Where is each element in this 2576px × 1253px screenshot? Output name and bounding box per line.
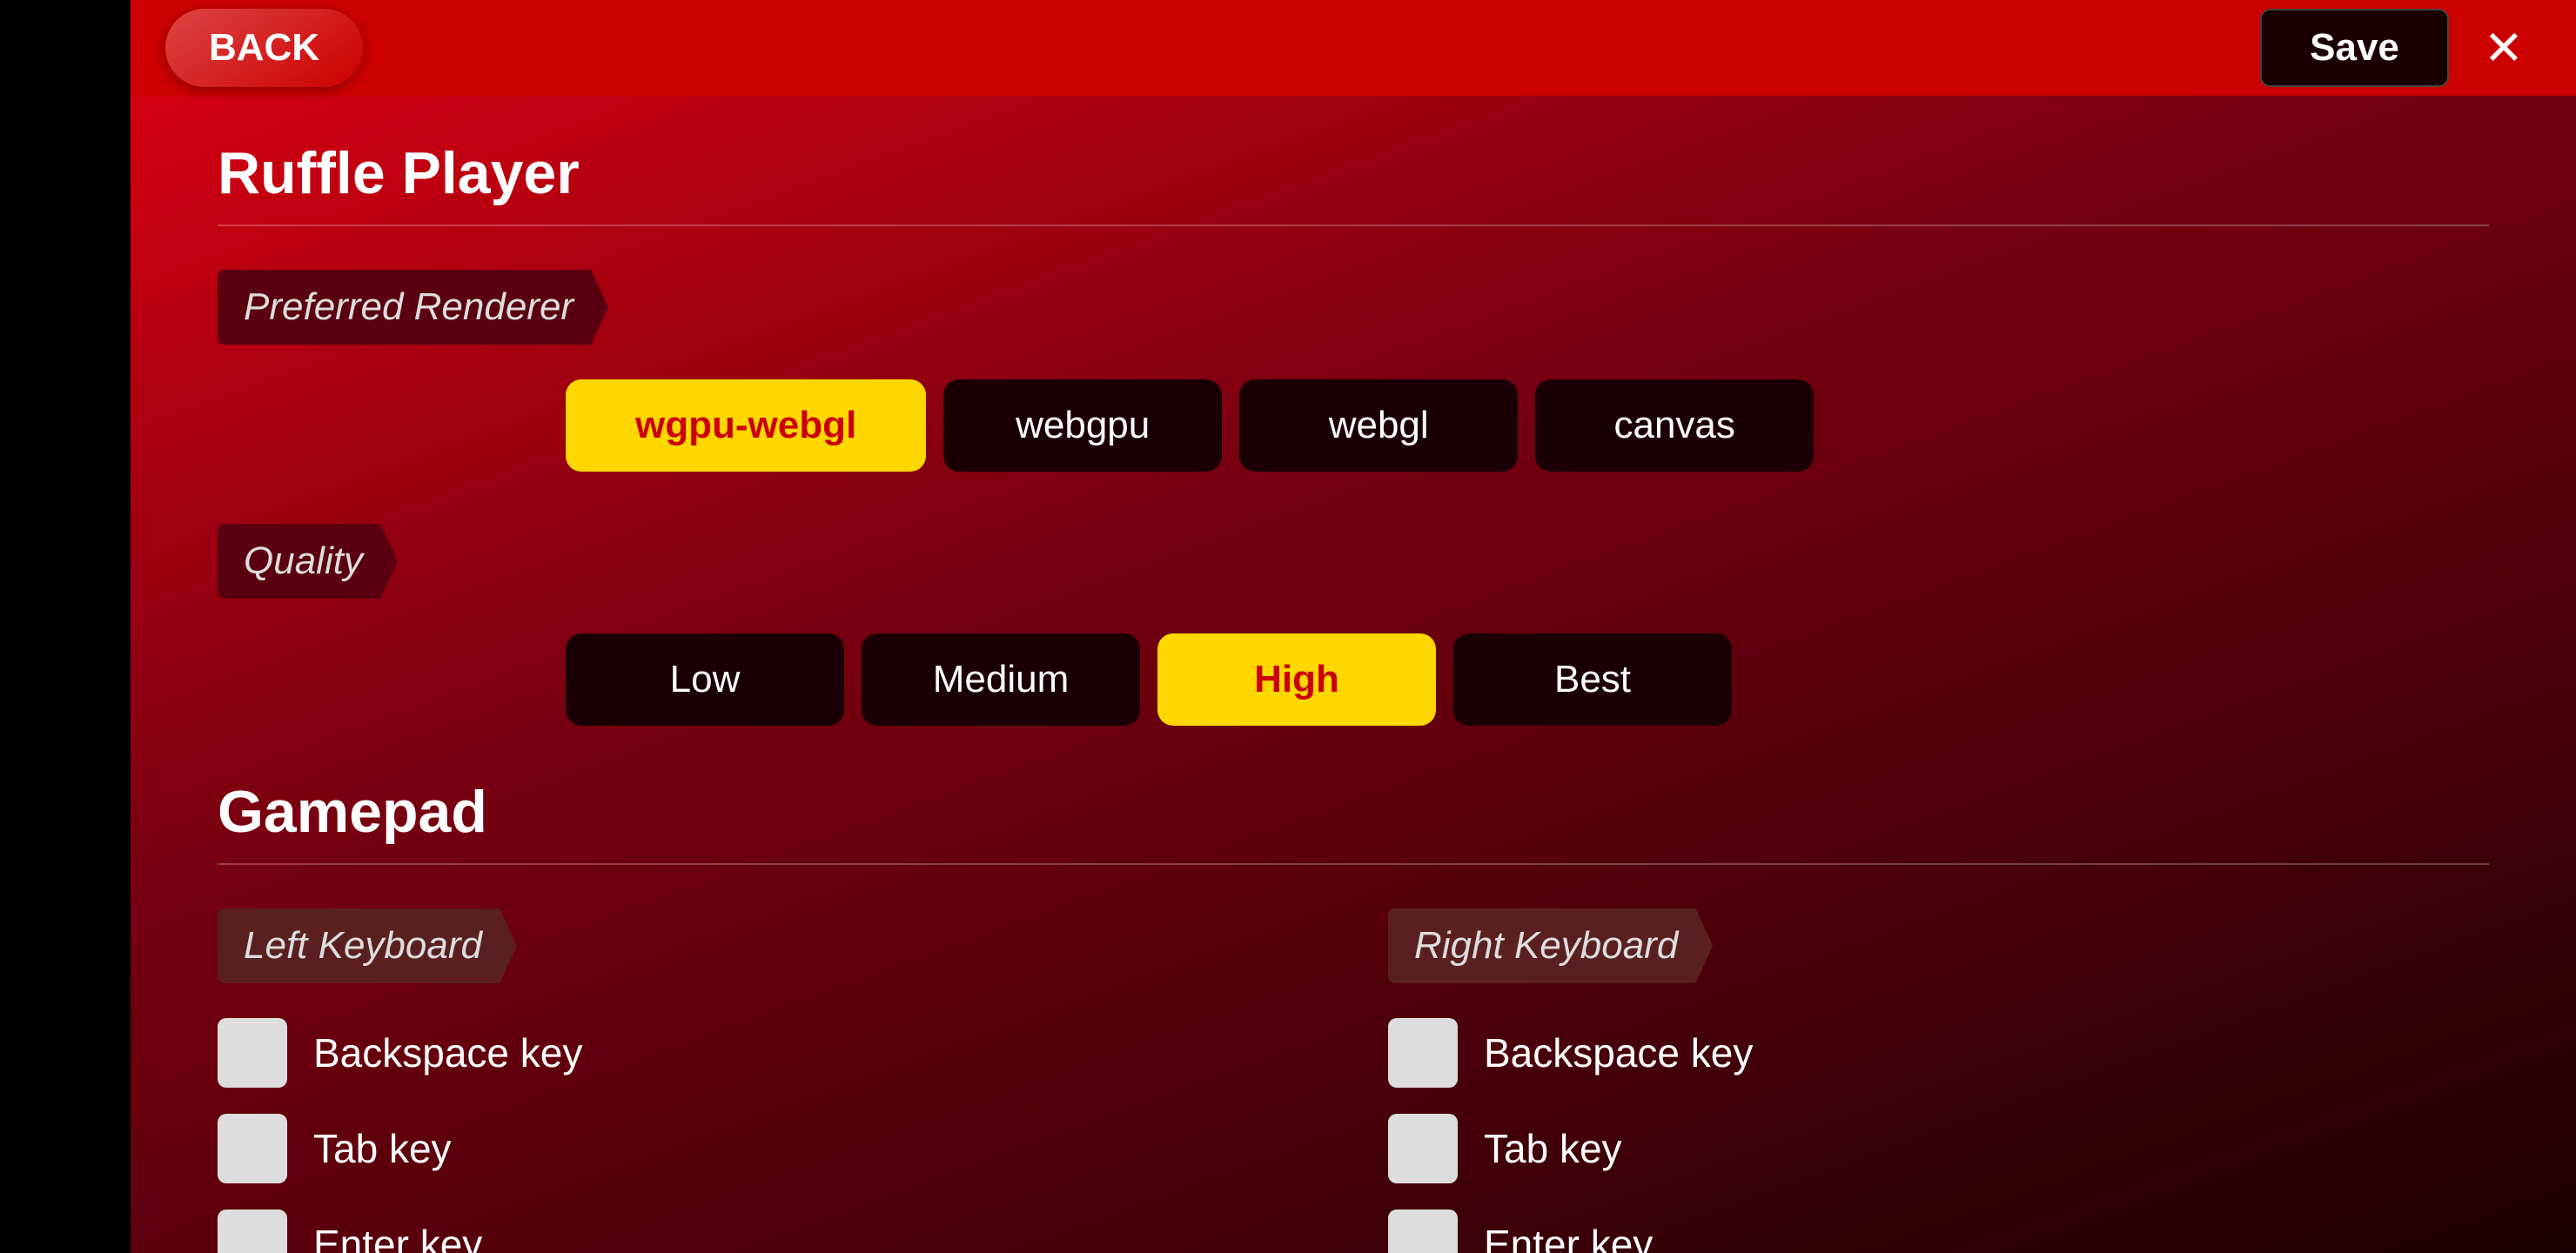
save-button[interactable]: Save	[2260, 9, 2449, 87]
left-keyboard-label: Left Keyboard	[218, 908, 517, 983]
keyboard-columns: Left Keyboard Backspace key Tab key Ente…	[218, 908, 2489, 1253]
gamepad-title: Gamepad	[218, 778, 2489, 846]
left-backspace-label: Backspace key	[313, 1029, 582, 1076]
right-enter-label: Enter key	[1484, 1221, 1653, 1253]
renderer-option-webgpu[interactable]: webgpu	[943, 379, 1222, 472]
left-enter-label: Enter key	[313, 1221, 482, 1253]
renderer-option-wgpu-webgl[interactable]: wgpu-webgl	[566, 379, 926, 472]
quality-option-best[interactable]: Best	[1453, 633, 1732, 726]
right-keyboard-col: Right Keyboard Backspace key Tab key Ent…	[1388, 908, 2489, 1253]
ruffle-divider	[218, 224, 2489, 226]
renderer-option-webgl[interactable]: webgl	[1239, 379, 1518, 472]
left-tab-key-item: Tab key	[218, 1114, 1318, 1183]
ruffle-player-section: Ruffle Player Preferred Renderer wgpu-we…	[218, 139, 2489, 726]
left-enter-checkbox[interactable]	[218, 1209, 287, 1253]
header: BACK Save ✕	[131, 0, 2576, 96]
gamepad-divider	[218, 863, 2489, 865]
right-backspace-label: Backspace key	[1484, 1029, 1753, 1076]
gamepad-section: Gamepad Left Keyboard Backspace key Tab …	[218, 778, 2489, 1253]
right-backspace-key-item: Backspace key	[1388, 1018, 2489, 1088]
quality-options: Low Medium High Best	[218, 633, 2489, 726]
right-tab-label: Tab key	[1484, 1125, 1622, 1172]
ruffle-player-title: Ruffle Player	[218, 139, 2489, 207]
right-backspace-checkbox[interactable]	[1388, 1018, 1458, 1088]
header-right: Save ✕	[2260, 9, 2541, 87]
right-tab-checkbox[interactable]	[1388, 1114, 1458, 1183]
close-button[interactable]: ✕	[2466, 11, 2541, 84]
renderer-options: wgpu-webgl webgpu webgl canvas	[218, 379, 2489, 472]
app-container: BACK Save ✕ Ruffle Player Preferred Rend…	[0, 0, 2576, 1253]
quality-option-low[interactable]: Low	[566, 633, 844, 726]
left-keyboard-col: Left Keyboard Backspace key Tab key Ente…	[218, 908, 1318, 1253]
renderer-label: Preferred Renderer	[218, 270, 608, 345]
quality-label: Quality	[218, 524, 398, 599]
scroll-area: Ruffle Player Preferred Renderer wgpu-we…	[131, 96, 2576, 1253]
left-tab-label: Tab key	[313, 1125, 452, 1172]
left-sidebar	[0, 0, 131, 1253]
right-keyboard-label: Right Keyboard	[1388, 908, 1713, 983]
left-backspace-key-item: Backspace key	[218, 1018, 1318, 1088]
left-tab-checkbox[interactable]	[218, 1114, 287, 1183]
back-button[interactable]: BACK	[165, 9, 363, 87]
right-tab-key-item: Tab key	[1388, 1114, 2489, 1183]
quality-option-medium[interactable]: Medium	[862, 633, 1140, 726]
right-enter-checkbox[interactable]	[1388, 1209, 1458, 1253]
quality-option-high[interactable]: High	[1157, 633, 1436, 726]
left-backspace-checkbox[interactable]	[218, 1018, 287, 1088]
right-enter-key-item: Enter key	[1388, 1209, 2489, 1253]
renderer-option-canvas[interactable]: canvas	[1535, 379, 1814, 472]
main-content: BACK Save ✕ Ruffle Player Preferred Rend…	[131, 0, 2576, 1253]
left-enter-key-item: Enter key	[218, 1209, 1318, 1253]
